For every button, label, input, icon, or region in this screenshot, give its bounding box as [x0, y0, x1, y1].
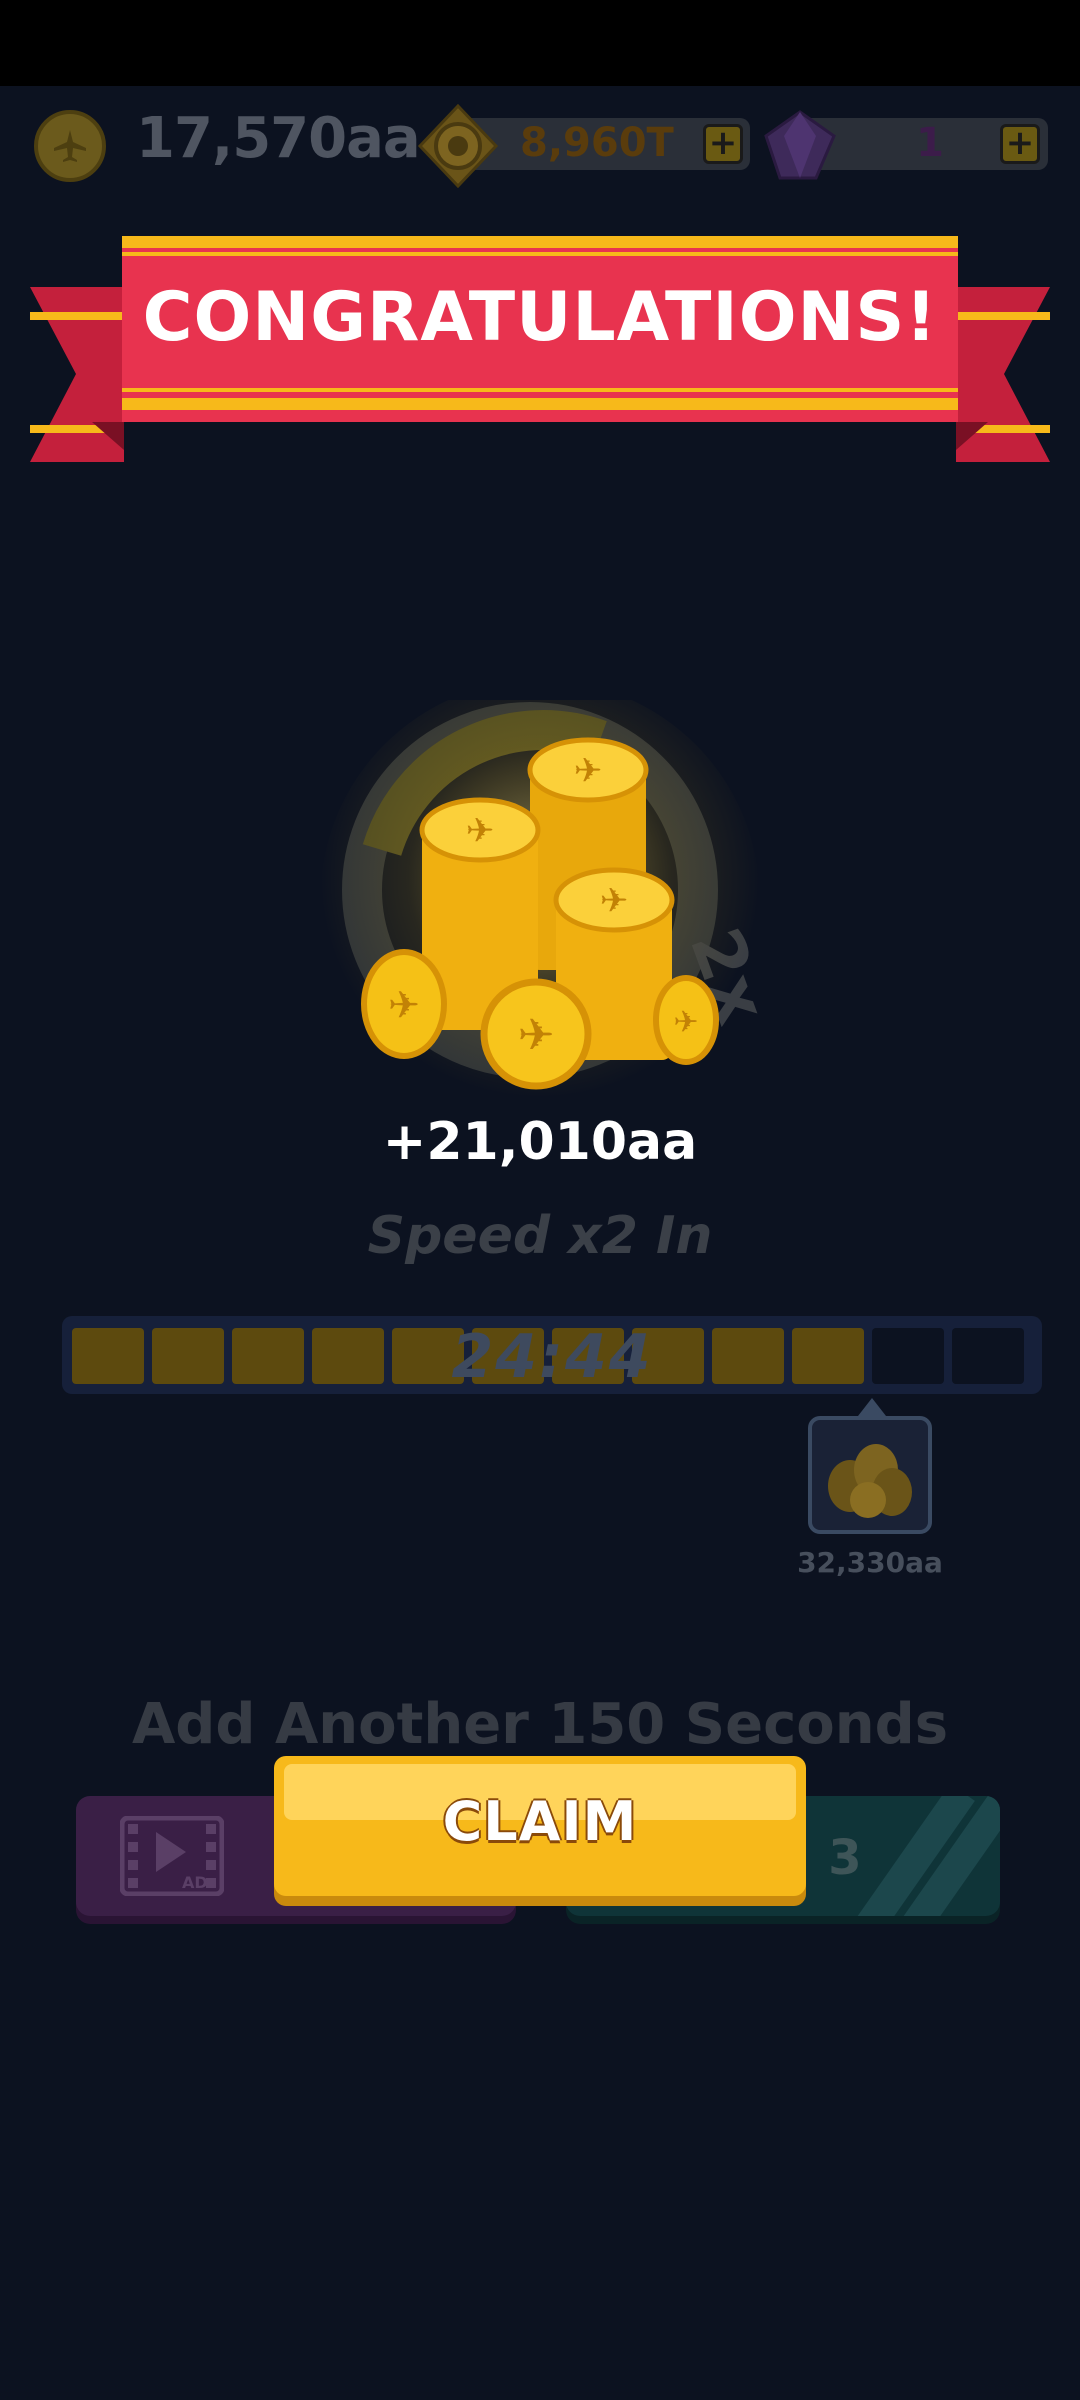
- milestone-value: 32,330aa: [797, 1546, 943, 1579]
- coin-pile-icon: 2x ✈ ✈ ✈ ✈ ✈ ✈: [320, 700, 780, 1120]
- milestone-reward: [808, 1416, 932, 1534]
- congratulations-title: CONGRATULATIONS!: [142, 278, 938, 357]
- video-ad-icon: AD: [120, 1816, 224, 1896]
- add-gems-button[interactable]: +: [1000, 124, 1040, 164]
- token-balance: 8,960T: [520, 120, 674, 166]
- svg-text:✈: ✈: [574, 751, 603, 791]
- claim-button[interactable]: CLAIM: [274, 1756, 806, 1896]
- gem-balance: 1: [916, 120, 944, 166]
- progress-timer: 24:44: [451, 1322, 653, 1392]
- speed-boost-count: 3: [828, 1830, 862, 1886]
- milestone-pointer: [858, 1398, 886, 1416]
- purple-gem-icon: [764, 110, 836, 180]
- game-screen: 17,570aa 8,960T + 1 + CONGRATULATIONS! ✈…: [0, 0, 1080, 2400]
- add-tokens-button[interactable]: +: [703, 124, 743, 164]
- coin-pile-icon: [828, 1444, 912, 1518]
- coin-balance: 17,570aa: [136, 106, 421, 171]
- add-seconds-title: Add Another 150 Seconds: [131, 1692, 949, 1757]
- plane-coin-icon: [34, 110, 106, 182]
- claim-label: CLAIM: [442, 1790, 638, 1853]
- reward-amount: +21,010aa: [382, 1112, 698, 1172]
- ad-label: AD: [182, 1873, 208, 1892]
- svg-text:✈: ✈: [466, 811, 495, 851]
- svg-text:✈: ✈: [388, 983, 420, 1027]
- speed-label: Speed x2 In: [367, 1206, 713, 1266]
- svg-text:✈: ✈: [673, 1005, 698, 1040]
- svg-text:✈: ✈: [600, 881, 629, 921]
- status-bar: [0, 0, 1080, 86]
- gear-token-icon: [417, 104, 499, 188]
- svg-text:✈: ✈: [518, 1010, 555, 1061]
